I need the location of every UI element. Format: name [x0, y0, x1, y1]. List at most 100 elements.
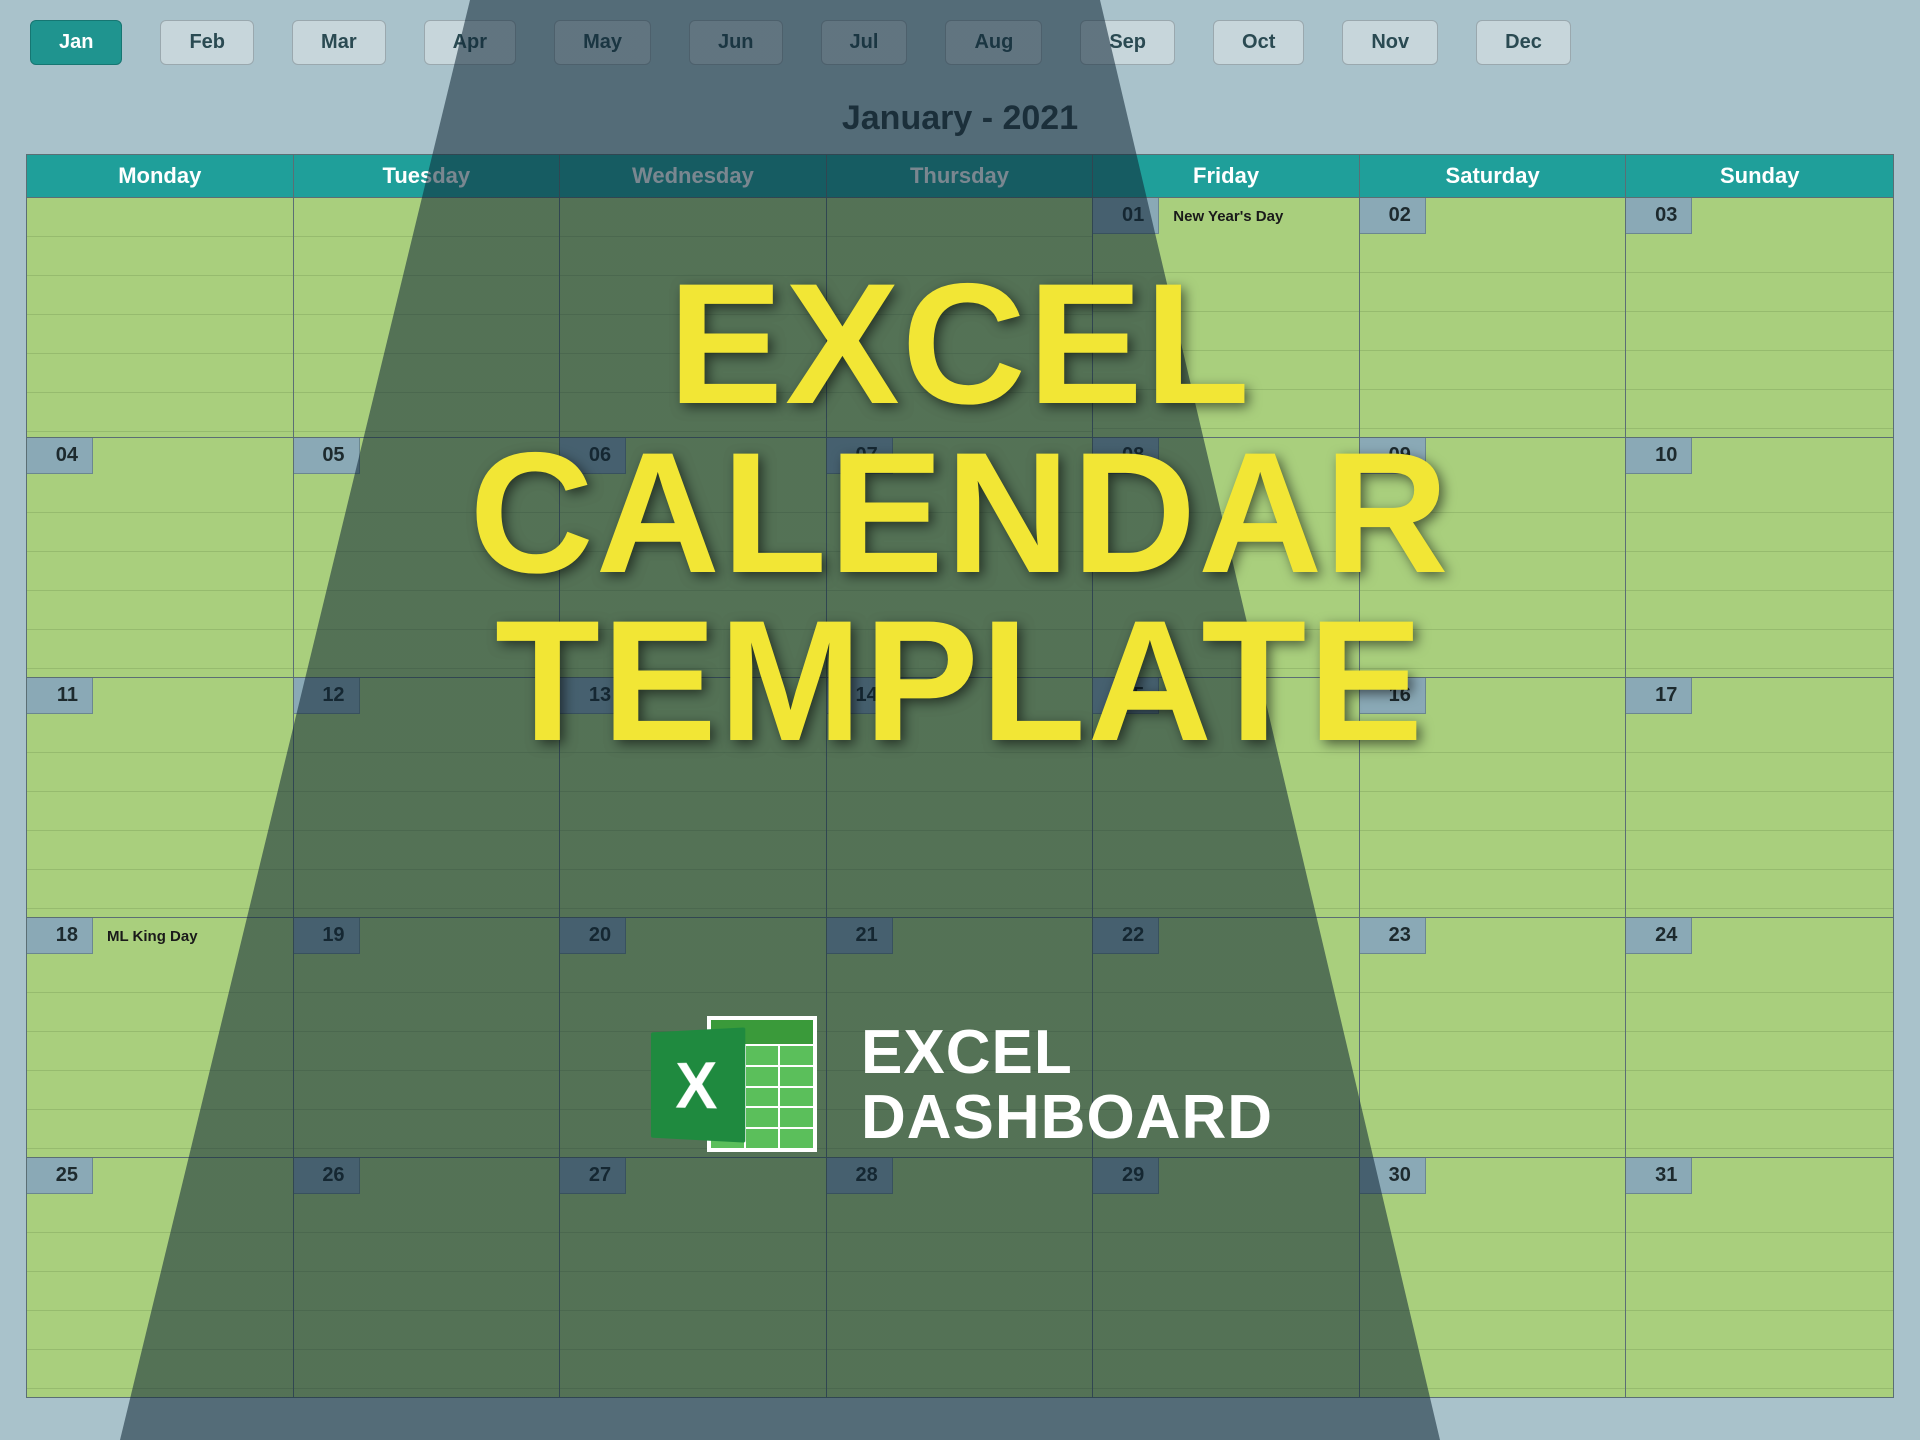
- event-label: New Year's Day: [1165, 202, 1283, 225]
- day-header-monday: Monday: [27, 155, 294, 197]
- month-tab-jul[interactable]: Jul: [821, 20, 908, 65]
- calendar-cell[interactable]: 02: [1360, 198, 1627, 437]
- calendar-cell[interactable]: 24: [1626, 918, 1893, 1157]
- month-tab-feb[interactable]: Feb: [160, 20, 254, 65]
- month-tab-mar[interactable]: Mar: [292, 20, 386, 65]
- date-badge: 10: [1626, 438, 1692, 474]
- date-badge: 09: [1360, 438, 1426, 474]
- cell-lines: [27, 474, 293, 677]
- calendar-cell[interactable]: 18 ML King Day: [27, 918, 294, 1157]
- cell-lines: [1626, 714, 1893, 917]
- cell-lines: [1626, 234, 1893, 437]
- month-tab-dec[interactable]: Dec: [1476, 20, 1571, 65]
- day-header-thursday: Thursday: [827, 155, 1094, 197]
- calendar-cell[interactable]: 09: [1360, 438, 1627, 677]
- calendar-cell[interactable]: 03: [1626, 198, 1893, 437]
- calendar-cell[interactable]: 26: [294, 1158, 561, 1397]
- calendar-cell[interactable]: 22: [1093, 918, 1360, 1157]
- cell-lines: [294, 714, 560, 917]
- calendar-cell[interactable]: 17: [1626, 678, 1893, 917]
- date-badge: 20: [560, 918, 626, 954]
- cell-lines: [1360, 954, 1626, 1157]
- date-badge: 21: [827, 918, 893, 954]
- date-badge: 18: [27, 918, 93, 954]
- calendar-cell[interactable]: 04: [27, 438, 294, 677]
- day-header-saturday: Saturday: [1360, 155, 1627, 197]
- calendar-cell[interactable]: 05: [294, 438, 561, 677]
- cell-lines: [294, 198, 560, 437]
- day-header-tuesday: Tuesday: [294, 155, 561, 197]
- cell-lines: [1360, 474, 1626, 677]
- date-badge: 22: [1093, 918, 1159, 954]
- calendar-cell[interactable]: 07: [827, 438, 1094, 677]
- calendar-weeks: 01 New Year's Day 02 03 0405 06 070809 10 11 1213…: [27, 197, 1893, 1397]
- calendar-cell[interactable]: 06: [560, 438, 827, 677]
- calendar-cell[interactable]: 23: [1360, 918, 1627, 1157]
- calendar-title: January - 2021: [0, 65, 1920, 154]
- week-row: 01 New Year's Day 02 03: [27, 197, 1893, 437]
- calendar-cell[interactable]: 25: [27, 1158, 294, 1397]
- cell-lines: [294, 1194, 560, 1397]
- calendar-cell[interactable]: 01 New Year's Day: [1093, 198, 1360, 437]
- event-label: ML King Day: [99, 922, 198, 945]
- week-row: 2526 2728 29 3031: [27, 1157, 1893, 1397]
- calendar-cell[interactable]: 10: [1626, 438, 1893, 677]
- date-badge: 28: [827, 1158, 893, 1194]
- cell-lines: [1360, 714, 1626, 917]
- date-badge: 26: [294, 1158, 360, 1194]
- month-tab-jun[interactable]: Jun: [689, 20, 783, 65]
- cell-lines: [1626, 954, 1893, 1157]
- cell-lines: [1360, 234, 1626, 437]
- calendar-cell[interactable]: 13: [560, 678, 827, 917]
- cell-lines: [1093, 954, 1359, 1157]
- calendar-cell[interactable]: 21: [827, 918, 1094, 1157]
- month-tab-oct[interactable]: Oct: [1213, 20, 1304, 65]
- calendar-cell[interactable]: 31: [1626, 1158, 1893, 1397]
- calendar-cell[interactable]: 16: [1360, 678, 1627, 917]
- date-badge: 11: [27, 678, 93, 714]
- month-tab-aug[interactable]: Aug: [945, 20, 1042, 65]
- week-row: 18 ML King Day 19 20 21 22 2324: [27, 917, 1893, 1157]
- calendar-cell[interactable]: [560, 198, 827, 437]
- calendar-cell[interactable]: 30: [1360, 1158, 1627, 1397]
- date-badge: 01: [1093, 198, 1159, 234]
- calendar-cell[interactable]: [827, 198, 1094, 437]
- calendar-cell[interactable]: 27: [560, 1158, 827, 1397]
- cell-lines: [294, 474, 560, 677]
- date-badge: 16: [1360, 678, 1426, 714]
- calendar-cell[interactable]: 15: [1093, 678, 1360, 917]
- cell-lines: [1360, 1194, 1626, 1397]
- calendar-cell[interactable]: 11: [27, 678, 294, 917]
- calendar-cell[interactable]: 20: [560, 918, 827, 1157]
- calendar-cell[interactable]: 19: [294, 918, 561, 1157]
- calendar-cell[interactable]: 28: [827, 1158, 1094, 1397]
- week-row: 0405 06 070809 10: [27, 437, 1893, 677]
- date-badge: 06: [560, 438, 626, 474]
- month-tab-may[interactable]: May: [554, 20, 651, 65]
- cell-lines: [27, 714, 293, 917]
- date-badge: 19: [294, 918, 360, 954]
- calendar-cell[interactable]: [294, 198, 561, 437]
- date-badge: 29: [1093, 1158, 1159, 1194]
- calendar-cell[interactable]: 29: [1093, 1158, 1360, 1397]
- date-badge: 02: [1360, 198, 1426, 234]
- calendar-cell[interactable]: 12: [294, 678, 561, 917]
- cell-lines: [560, 198, 826, 437]
- calendar-cell[interactable]: 14: [827, 678, 1094, 917]
- month-tab-sep[interactable]: Sep: [1080, 20, 1175, 65]
- cell-lines: [1093, 474, 1359, 677]
- cell-lines: [560, 714, 826, 917]
- calendar-cell[interactable]: 08: [1093, 438, 1360, 677]
- date-badge: 05: [294, 438, 360, 474]
- month-tab-apr[interactable]: Apr: [424, 20, 516, 65]
- cell-lines: [27, 1194, 293, 1397]
- month-tab-jan[interactable]: Jan: [30, 20, 122, 65]
- calendar-cell[interactable]: [27, 198, 294, 437]
- month-tab-nov[interactable]: Nov: [1342, 20, 1438, 65]
- cell-lines: [294, 954, 560, 1157]
- cell-lines: [560, 474, 826, 677]
- day-header-friday: Friday: [1093, 155, 1360, 197]
- day-header-row: MondayTuesdayWednesdayThursdayFridaySatu…: [27, 155, 1893, 197]
- cell-lines: [827, 1194, 1093, 1397]
- date-badge: 15: [1093, 678, 1159, 714]
